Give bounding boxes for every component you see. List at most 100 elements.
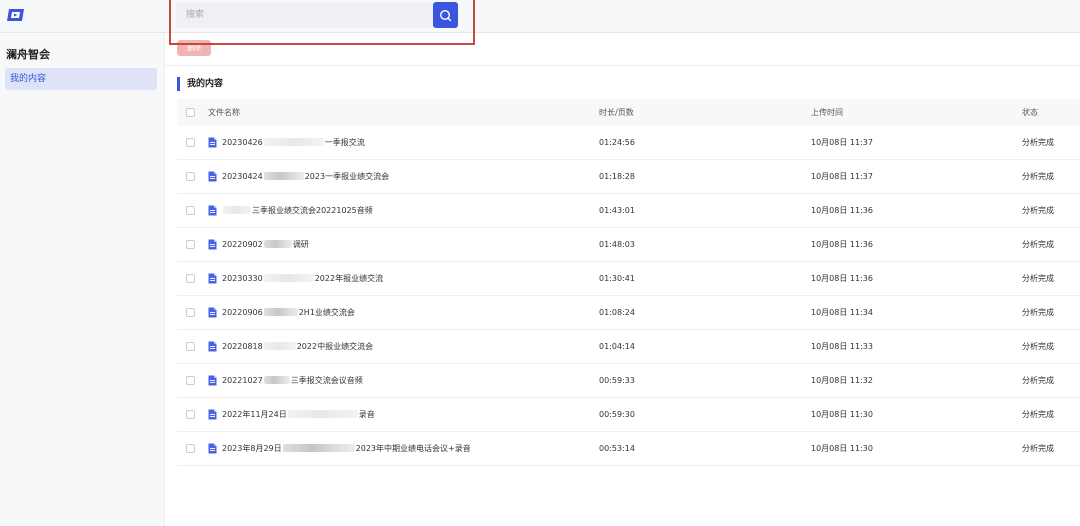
status-cell: 分析完成: [1022, 444, 1054, 453]
table-row[interactable]: 20220902 调研 01:48:03 10月08日 11:36 分析完成: [177, 228, 1080, 262]
app-logo-icon[interactable]: [6, 7, 26, 23]
file-name-cell[interactable]: 20230426 一季报交流: [208, 126, 365, 159]
row-checkbox[interactable]: [186, 308, 195, 317]
file-name-suffix: 2023年中期业绩电话会议+录音: [355, 444, 471, 453]
file-name-suffix: 2023一季报业绩交流会: [304, 172, 390, 181]
file-name-prefix: 20220902: [222, 240, 263, 249]
table-row[interactable]: 20220906 2H1业绩交流会 01:08:24 10月08日 11:34 …: [177, 296, 1080, 330]
upload-time-cell: 10月08日 11:30: [811, 444, 873, 453]
file-name-prefix: 20220906: [222, 308, 263, 317]
sidebar-item-my-content[interactable]: 我的内容: [5, 68, 157, 90]
redacted-text: [263, 307, 298, 316]
duration-cell: 00:53:14: [599, 444, 635, 453]
file-name-cell[interactable]: 三季报业绩交流会20221025音频: [208, 194, 373, 227]
status-cell: 分析完成: [1022, 172, 1054, 181]
duration-cell: 01:43:01: [599, 206, 635, 215]
row-checkbox[interactable]: [186, 206, 195, 215]
search-button[interactable]: [433, 2, 458, 28]
table-row[interactable]: 20221027 三季报交流会议音频 00:59:33 10月08日 11:32…: [177, 364, 1080, 398]
status-cell: 分析完成: [1022, 206, 1054, 215]
status-cell: 分析完成: [1022, 240, 1054, 249]
row-checkbox[interactable]: [186, 138, 195, 147]
status-cell: 分析完成: [1022, 342, 1054, 351]
row-checkbox[interactable]: [186, 376, 195, 385]
redacted-text: [287, 409, 358, 418]
file-name-cell[interactable]: 2022年11月24日 录音: [208, 398, 375, 431]
document-icon: [208, 273, 217, 284]
file-name-prefix: 2023年8月29日: [222, 444, 282, 453]
file-name-cell[interactable]: 20221027 三季报交流会议音频: [208, 364, 363, 397]
duration-cell: 00:59:33: [599, 376, 635, 385]
row-checkbox[interactable]: [186, 274, 195, 283]
file-name-cell[interactable]: 20230424 2023一季报业绩交流会: [208, 160, 389, 193]
row-checkbox[interactable]: [186, 172, 195, 181]
redacted-text: [263, 137, 324, 146]
table-row[interactable]: 三季报业绩交流会20221025音频 01:43:01 10月08日 11:36…: [177, 194, 1080, 228]
file-name-cell[interactable]: 20220906 2H1业绩交流会: [208, 296, 355, 329]
file-name-prefix: 20230424: [222, 172, 263, 181]
duration-cell: 01:08:24: [599, 308, 635, 317]
file-name-prefix: 20221027: [222, 376, 263, 385]
duration-cell: 01:30:41: [599, 274, 635, 283]
header-status: 状态: [1022, 108, 1038, 117]
header-upload-time: 上传时间: [811, 108, 843, 117]
redacted-text: [263, 341, 296, 350]
document-icon: [208, 375, 217, 386]
file-name-cell[interactable]: 20220818 2022中报业绩交流会: [208, 330, 373, 363]
table-row[interactable]: 20230426 一季报交流 01:24:56 10月08日 11:37 分析完…: [177, 126, 1080, 160]
main-content: 删除 我的内容 文件名称 时长/页数 上传时间 状态 20230426 一季报交…: [165, 33, 1080, 526]
table-row[interactable]: 20230330 2022年报业绩交流 01:30:41 10月08日 11:3…: [177, 262, 1080, 296]
document-icon: [208, 171, 217, 182]
document-icon: [208, 443, 217, 454]
file-name-cell[interactable]: 2023年8月29日 2023年中期业绩电话会议+录音: [208, 432, 471, 465]
table-body: 20230426 一季报交流 01:24:56 10月08日 11:37 分析完…: [177, 126, 1080, 466]
file-name-suffix: 三季报业绩交流会20221025音频: [252, 206, 373, 215]
row-checkbox[interactable]: [186, 410, 195, 419]
document-icon: [208, 341, 217, 352]
redacted-text: [223, 205, 251, 214]
file-name-suffix: 调研: [292, 240, 309, 249]
status-cell: 分析完成: [1022, 410, 1054, 419]
divider: [165, 65, 1080, 66]
select-all-checkbox[interactable]: [186, 108, 195, 117]
redacted-text: [263, 375, 290, 384]
upload-time-cell: 10月08日 11:37: [811, 172, 873, 181]
redacted-text: [282, 443, 355, 452]
table-row[interactable]: 2023年8月29日 2023年中期业绩电话会议+录音 00:53:14 10月…: [177, 432, 1080, 466]
redacted-text: [263, 239, 292, 248]
file-name-prefix: 2022年11月24日: [222, 410, 287, 419]
app-brand: 澜舟智会: [6, 48, 50, 61]
upload-time-cell: 10月08日 11:33: [811, 342, 873, 351]
file-name-cell[interactable]: 20220902 调研: [208, 228, 309, 261]
search-input[interactable]: [176, 2, 430, 28]
search-bar: [176, 2, 458, 28]
row-checkbox[interactable]: [186, 240, 195, 249]
document-icon: [208, 307, 217, 318]
file-name-prefix: 20230426: [222, 138, 263, 147]
upload-time-cell: 10月08日 11:36: [811, 274, 873, 283]
file-name-suffix: 录音: [358, 410, 375, 419]
top-bar: [0, 0, 1080, 33]
file-name-prefix: 20230330: [222, 274, 263, 283]
section-title: 我的内容: [177, 77, 223, 91]
file-table: 文件名称 时长/页数 上传时间 状态 20230426 一季报交流 01:24:…: [177, 99, 1080, 466]
document-icon: [208, 239, 217, 250]
upload-time-cell: 10月08日 11:34: [811, 308, 873, 317]
table-row[interactable]: 20220818 2022中报业绩交流会 01:04:14 10月08日 11:…: [177, 330, 1080, 364]
row-checkbox[interactable]: [186, 444, 195, 453]
header-name: 文件名称: [208, 108, 240, 117]
duration-cell: 01:04:14: [599, 342, 635, 351]
table-row[interactable]: 2022年11月24日 录音 00:59:30 10月08日 11:30 分析完…: [177, 398, 1080, 432]
file-name-suffix: 2022中报业绩交流会: [296, 342, 374, 351]
file-name-cell[interactable]: 20230330 2022年报业绩交流: [208, 262, 383, 295]
document-icon: [208, 409, 217, 420]
duration-cell: 01:18:28: [599, 172, 635, 181]
file-name-suffix: 2H1业绩交流会: [298, 308, 355, 317]
table-row[interactable]: 20230424 2023一季报业绩交流会 01:18:28 10月08日 11…: [177, 160, 1080, 194]
upload-time-cell: 10月08日 11:32: [811, 376, 873, 385]
row-checkbox[interactable]: [186, 342, 195, 351]
delete-button[interactable]: 删除: [177, 40, 211, 56]
duration-cell: 00:59:30: [599, 410, 635, 419]
file-name-prefix: 20220818: [222, 342, 263, 351]
status-cell: 分析完成: [1022, 138, 1054, 147]
